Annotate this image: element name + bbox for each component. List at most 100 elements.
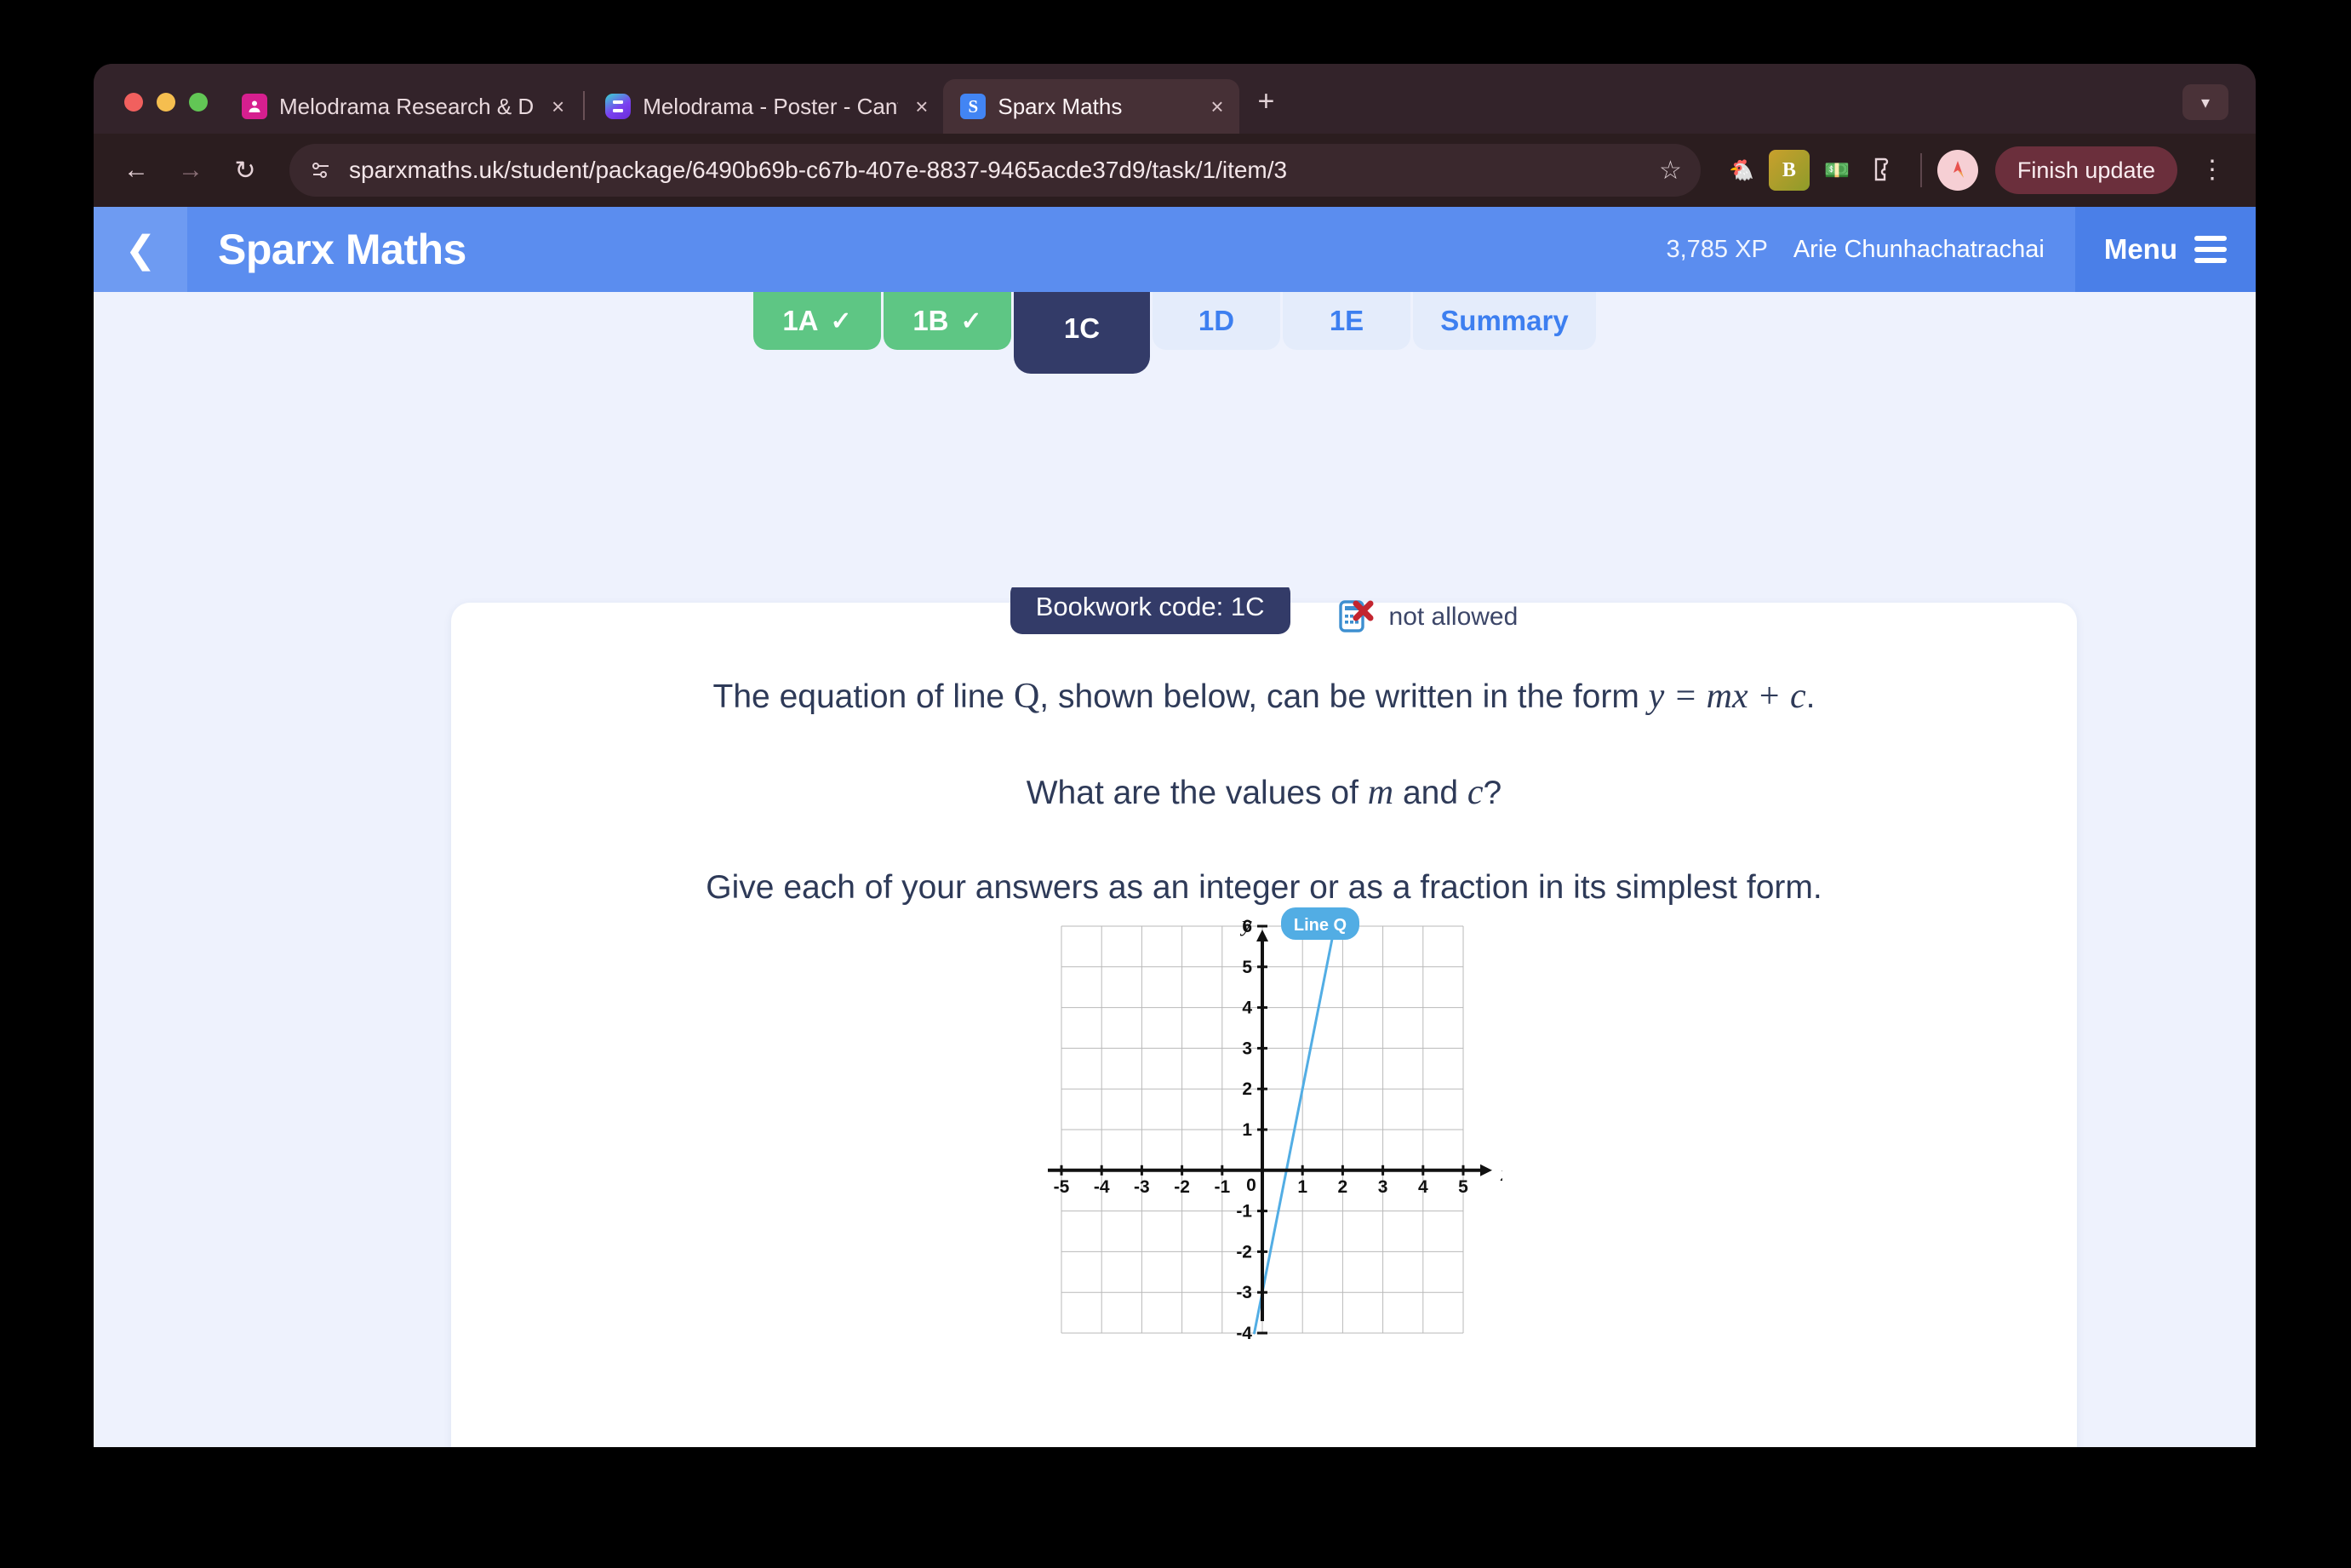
browser-toolbar: ← → ↻ sparxmaths.uk/student/package/6490… xyxy=(94,134,2256,207)
svg-text:-5: -5 xyxy=(1054,1177,1070,1197)
calculator-note-label: not allowed xyxy=(1388,603,1519,631)
svg-text:4: 4 xyxy=(1242,999,1252,1018)
minimize-window-button[interactable] xyxy=(157,93,175,112)
forward-icon[interactable]: → xyxy=(167,146,215,194)
user-name: Arie Chunhachatrachai xyxy=(1793,235,2045,263)
url-text: sparxmaths.uk/student/package/6490b69b-c… xyxy=(349,157,1288,183)
chevron-down-icon[interactable]: ▾ xyxy=(2182,84,2228,120)
toolbar-divider xyxy=(1919,153,1922,187)
tab-summary[interactable]: Summary xyxy=(1413,292,1596,350)
q1-formula: y = mx + c xyxy=(1648,677,1806,716)
finish-update-button[interactable]: Finish update xyxy=(1994,146,2177,194)
canva-icon xyxy=(605,94,632,119)
person-icon xyxy=(242,94,267,119)
coordinate-graph: -5-4-3-2-1012345-4-3-2-1123456xyLine Q xyxy=(1026,892,1511,1373)
app-header: ❮ Sparx Maths 3,785 XP Arie Chunhachatra… xyxy=(94,207,2256,292)
tab-1d[interactable]: 1D xyxy=(1153,292,1280,350)
browser-menu-icon[interactable]: ⋮ xyxy=(2184,157,2237,183)
svg-text:0: 0 xyxy=(1246,1176,1256,1195)
q1-part-end: . xyxy=(1805,678,1816,715)
svg-text:-4: -4 xyxy=(1094,1177,1110,1197)
tab-1a-label: 1A xyxy=(782,305,819,336)
close-window-button[interactable] xyxy=(124,93,143,112)
new-tab-button[interactable]: + xyxy=(1239,85,1294,134)
svg-text:-3: -3 xyxy=(1236,1283,1252,1302)
close-icon[interactable]: × xyxy=(915,95,928,117)
svg-text:5: 5 xyxy=(1242,958,1252,977)
puzzle-extensions-icon[interactable] xyxy=(1864,150,1905,191)
window-controls xyxy=(109,93,225,134)
svg-text:-2: -2 xyxy=(1174,1177,1190,1197)
q2-var-c: c xyxy=(1467,773,1484,813)
q1-part-b: , shown below, can be written in the for… xyxy=(1039,678,1649,715)
address-bar[interactable]: sparxmaths.uk/student/package/6490b69b-c… xyxy=(289,144,1701,197)
browser-window: Melodrama Research & Desig × Melodrama -… xyxy=(94,64,2256,1447)
tab-1b[interactable]: 1B ✓ xyxy=(884,292,1011,350)
back-button[interactable]: ❮ xyxy=(94,207,187,292)
svg-text:3: 3 xyxy=(1378,1177,1388,1197)
reload-icon[interactable]: ↻ xyxy=(221,146,269,194)
check-icon: ✓ xyxy=(960,306,982,335)
page-title: Sparx Maths xyxy=(218,226,466,273)
tab-1c-active[interactable]: 1C xyxy=(1014,292,1150,374)
tab-1d-label: 1D xyxy=(1198,305,1235,336)
svg-text:5: 5 xyxy=(1458,1177,1468,1197)
svg-text:-4: -4 xyxy=(1236,1324,1252,1343)
browser-tab-label: Sparx Maths xyxy=(998,93,1123,119)
browser-tab-label: Melodrama Research & Desig xyxy=(279,93,535,119)
svg-text:1: 1 xyxy=(1297,1177,1307,1197)
svg-text:4: 4 xyxy=(1418,1177,1428,1197)
close-icon[interactable]: × xyxy=(552,95,564,117)
browser-tab-2[interactable]: Melodrama - Poster - Canva × xyxy=(588,79,943,134)
svg-text:y: y xyxy=(1239,912,1252,936)
graph-svg: -5-4-3-2-1012345-4-3-2-1123456xyLine Q xyxy=(1048,907,1511,1343)
hamburger-icon xyxy=(2194,236,2227,263)
svg-text:-1: -1 xyxy=(1236,1202,1252,1222)
back-icon[interactable]: ← xyxy=(112,146,160,194)
svg-text:3: 3 xyxy=(1242,1039,1252,1058)
maximize-window-button[interactable] xyxy=(189,93,208,112)
menu-label: Menu xyxy=(2103,233,2177,265)
page-content: ❮ Sparx Maths 3,785 XP Arie Chunhachatra… xyxy=(94,207,2256,1447)
q2-part-b: and xyxy=(1393,775,1467,812)
q1-line-name: Q xyxy=(1013,677,1040,716)
sparx-s-icon: S xyxy=(960,94,987,119)
tab-1b-label: 1B xyxy=(912,305,949,336)
browser-tab-strip: Melodrama Research & Desig × Melodrama -… xyxy=(94,64,2256,134)
browser-tab-1[interactable]: Melodrama Research & Desig × xyxy=(225,79,580,134)
close-icon[interactable]: × xyxy=(1210,95,1223,117)
tab-1e-label: 1E xyxy=(1329,305,1364,336)
money-extension-icon[interactable]: 💵 xyxy=(1816,150,1857,191)
svg-text:-2: -2 xyxy=(1236,1242,1252,1262)
tab-1a[interactable]: 1A ✓ xyxy=(753,292,881,350)
question-line-2: What are the values of m and c? xyxy=(451,771,2077,814)
bookmark-star-icon[interactable]: ☆ xyxy=(1649,156,1682,186)
q1-part-a: The equation of line xyxy=(712,678,1014,715)
tab-divider xyxy=(583,91,586,120)
tab-summary-label: Summary xyxy=(1440,305,1569,336)
bookwork-code-badge: Bookwork code: 1C xyxy=(1010,587,1290,634)
tab-1c-label: 1C xyxy=(1063,312,1101,344)
svg-text:1: 1 xyxy=(1242,1120,1252,1140)
header-right: 3,785 XP Arie Chunhachatrachai Menu xyxy=(1666,207,2256,292)
section-tabs: 1A ✓ 1B ✓ 1C 1D 1E Summary xyxy=(94,292,2256,374)
menu-button[interactable]: Menu xyxy=(2074,207,2256,292)
avatar[interactable] xyxy=(1936,150,1978,191)
check-icon: ✓ xyxy=(830,306,852,335)
browser-tab-label: Melodrama - Poster - Canva xyxy=(643,93,899,119)
chicken-extension-icon[interactable]: 🐔 xyxy=(1721,150,1762,191)
tab-1e[interactable]: 1E xyxy=(1283,292,1410,350)
svg-text:x: x xyxy=(1500,1161,1502,1186)
bitwarden-extension-icon[interactable]: B xyxy=(1768,150,1810,191)
svg-text:Line Q: Line Q xyxy=(1294,916,1347,935)
question-card: Bookwork code: 1C not allowed The equati… xyxy=(451,587,2077,1447)
q2-var-m: m xyxy=(1367,773,1394,813)
svg-text:-3: -3 xyxy=(1134,1177,1150,1197)
site-settings-icon[interactable] xyxy=(308,157,334,183)
bookwork-row: Bookwork code: 1C not allowed xyxy=(451,587,2077,640)
q2-part-end: ? xyxy=(1483,775,1502,812)
browser-tab-3-active[interactable]: S Sparx Maths × xyxy=(943,79,1239,134)
svg-text:2: 2 xyxy=(1338,1177,1348,1197)
svg-text:2: 2 xyxy=(1242,1079,1252,1099)
calculator-not-allowed: not allowed xyxy=(1338,599,1519,635)
